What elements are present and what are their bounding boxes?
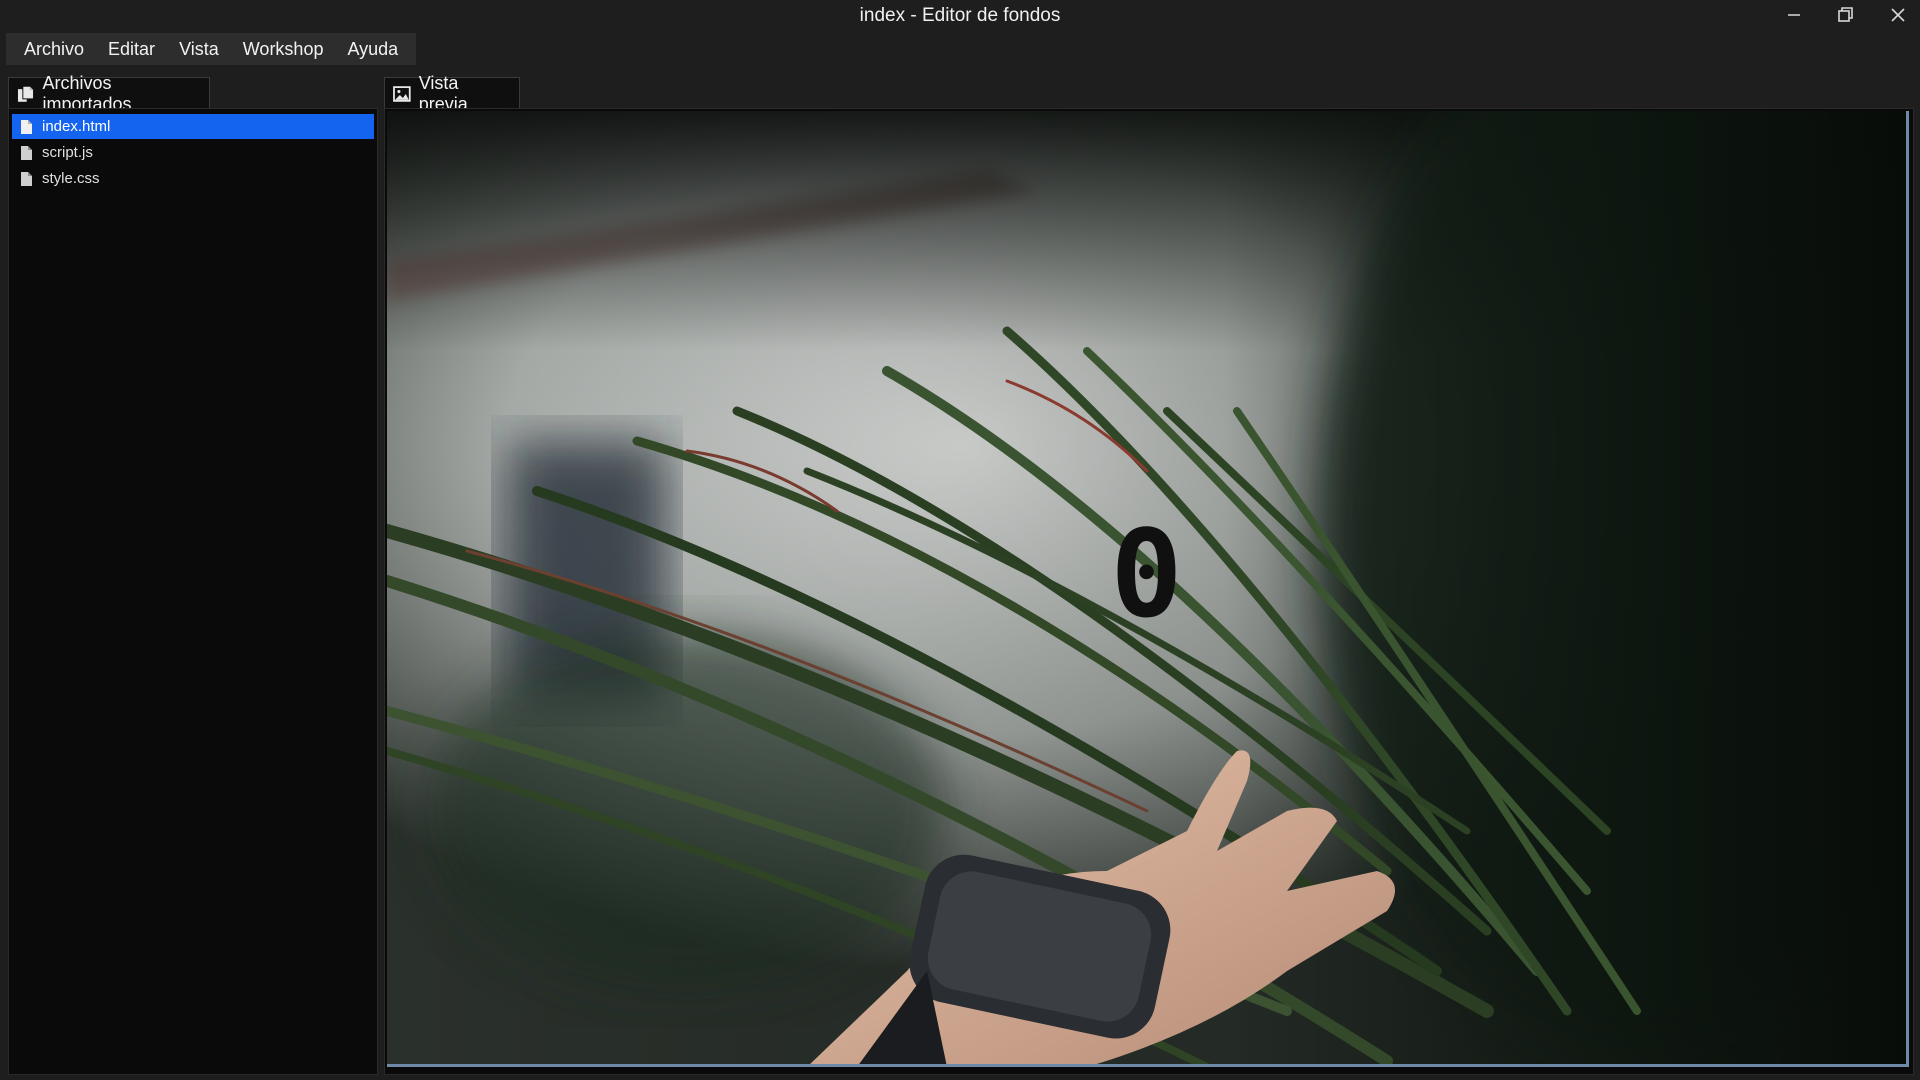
menu-ayuda[interactable]: Ayuda: [335, 33, 410, 65]
file-name: script.js: [42, 144, 93, 161]
menu-editar[interactable]: Editar: [96, 33, 167, 65]
file-icon: [21, 171, 32, 186]
window-title: index - Editor de fondos: [859, 5, 1061, 26]
menu-archivo[interactable]: Archivo: [12, 33, 96, 65]
file-name: style.css: [42, 170, 100, 187]
close-icon: [1891, 8, 1905, 22]
files-panel: index.html script.js style.css: [8, 108, 378, 1075]
files-icon: [17, 85, 35, 102]
menu-vista[interactable]: Vista: [167, 33, 231, 65]
image-icon: [393, 85, 411, 102]
close-button[interactable]: [1872, 0, 1920, 30]
file-icon: [21, 119, 32, 134]
title-bar: index - Editor de fondos: [0, 0, 1920, 30]
minimize-icon: [1788, 14, 1800, 16]
file-item-style[interactable]: style.css: [12, 166, 374, 191]
file-item-script[interactable]: script.js: [12, 140, 374, 165]
menu-bar: Archivo Editar Vista Workshop Ayuda: [6, 33, 417, 65]
restore-icon: [1838, 7, 1853, 22]
restore-button[interactable]: [1820, 0, 1872, 30]
file-name: index.html: [42, 118, 111, 135]
preview-panel: 0: [384, 108, 1914, 1075]
minimize-button[interactable]: [1768, 0, 1820, 30]
tab-vista-previa[interactable]: Vista previa: [384, 73, 520, 114]
wallpaper-preview[interactable]: 0: [387, 111, 1909, 1067]
file-icon: [21, 145, 32, 160]
tab-archivos-importados[interactable]: Archivos importados: [8, 73, 210, 114]
menu-workshop[interactable]: Workshop: [231, 33, 336, 65]
file-item-index[interactable]: index.html: [12, 114, 374, 139]
counter-text: 0: [1110, 506, 1183, 645]
